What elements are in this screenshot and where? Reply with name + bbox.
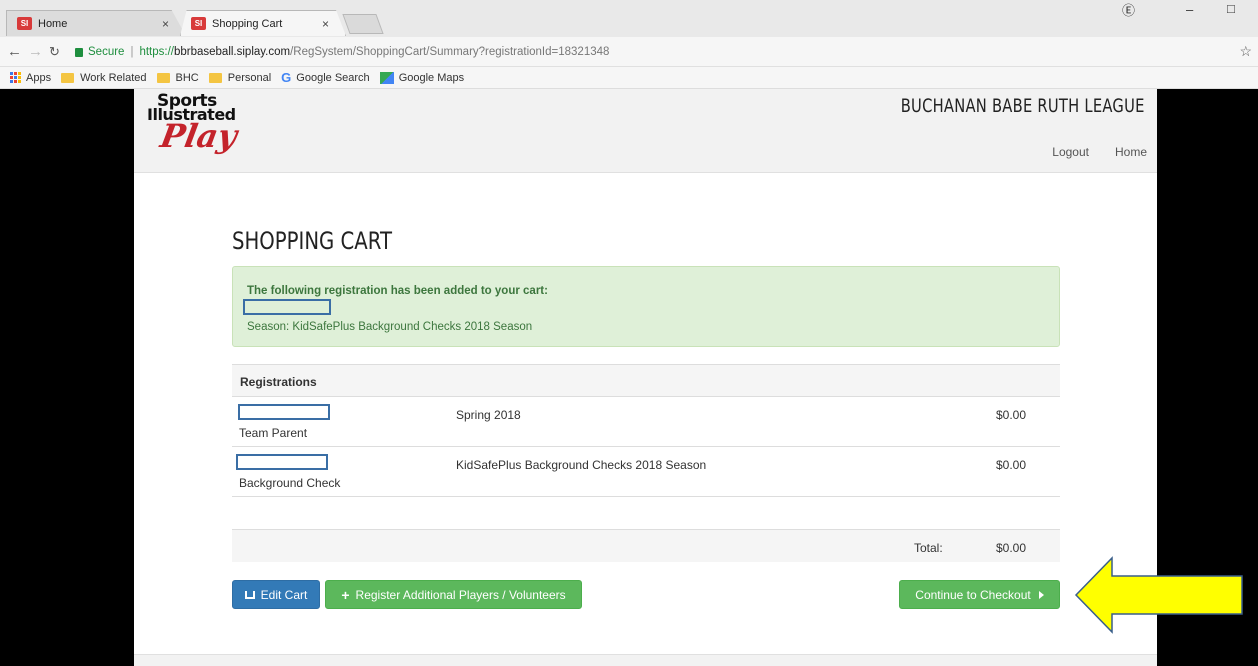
close-tab-icon[interactable]: ×	[162, 17, 169, 31]
edit-cart-label: Edit Cart	[260, 587, 308, 602]
redacted-name-box	[236, 454, 328, 470]
site-favicon-icon: SI	[191, 17, 206, 30]
total-value: $0.00	[996, 541, 1027, 555]
total-row: Total: $0.00	[232, 529, 1060, 562]
bookmark-label: Personal	[227, 71, 272, 84]
apps-grid-icon	[10, 72, 21, 83]
secure-indicator[interactable]: Secure	[75, 46, 124, 58]
logout-link[interactable]: Logout	[1052, 145, 1089, 159]
bookmark-star-icon[interactable]: ☆	[1239, 43, 1252, 60]
tab-shopping-cart[interactable]: SI Shopping Cart ×	[180, 10, 346, 36]
url-host: bbrbaseball.siplay.com	[173, 45, 291, 58]
bookmark-label: Work Related	[80, 71, 147, 84]
browser-tab-bar: SI Home × SI Shopping Cart × Ⓔ – □	[0, 0, 1258, 37]
top-nav: Logout Home	[1052, 145, 1147, 159]
bookmark-google-search[interactable]: G Google Search	[281, 70, 370, 85]
back-arrow-icon[interactable]: ←	[7, 43, 22, 60]
registrations-table: Registrations Team Parent Spring 2018 $0…	[232, 364, 1060, 562]
register-additional-label: Register Additional Players / Volunteers	[355, 587, 566, 602]
site-favicon-icon: SI	[17, 17, 32, 30]
page-title: SHOPPING CART	[232, 227, 393, 255]
registration-season: Spring 2018	[456, 408, 521, 422]
tab-title: Shopping Cart	[212, 17, 283, 30]
close-tab-icon[interactable]: ×	[322, 17, 329, 31]
league-name: BUCHANAN BABE RUTH LEAGUE	[901, 95, 1145, 117]
lock-icon	[75, 48, 83, 57]
folder-icon	[208, 72, 222, 83]
plus-icon: +	[341, 586, 350, 603]
success-alert: The following registration has been adde…	[232, 266, 1060, 347]
bookmark-label: BHC	[175, 71, 199, 84]
alert-season: Season: KidSafePlus Background Checks 20…	[247, 321, 533, 333]
redacted-name-box	[238, 404, 330, 420]
registration-role: Background Check	[239, 476, 341, 490]
table-row: Team Parent Spring 2018 $0.00	[232, 397, 1060, 447]
table-row: Background Check KidSafePlus Background …	[232, 447, 1060, 497]
bookmarks-bar: Apps Work Related BHC Personal G Google …	[0, 67, 1258, 89]
bookmark-bhc[interactable]: BHC	[156, 71, 199, 84]
yellow-annotation-arrow-icon	[1074, 556, 1243, 634]
bookmark-label: Apps	[26, 71, 52, 84]
url-path: /RegSystem/ShoppingCart/Summary?registra…	[290, 45, 610, 58]
minimize-icon[interactable]: –	[1186, 2, 1193, 17]
new-tab-button[interactable]	[342, 14, 384, 34]
registration-price: $0.00	[996, 408, 1027, 422]
table-header: Registrations	[232, 364, 1060, 397]
profile-icon[interactable]: Ⓔ	[1122, 0, 1135, 19]
register-additional-button[interactable]: + Register Additional Players / Voluntee…	[325, 580, 582, 609]
alert-message: The following registration has been adde…	[247, 285, 548, 297]
forward-arrow-icon[interactable]: →	[28, 43, 43, 60]
bookmark-personal[interactable]: Personal	[208, 71, 272, 84]
page-content: Sports Illustrated Play BUCHANAN BABE RU…	[134, 89, 1157, 666]
url-protocol: https://	[139, 45, 174, 58]
home-link[interactable]: Home	[1115, 145, 1147, 159]
footer-bar	[134, 654, 1157, 666]
table-spacer	[232, 497, 1060, 529]
registration-role: Team Parent	[239, 426, 308, 440]
bookmark-work-related[interactable]: Work Related	[61, 71, 147, 84]
reload-icon[interactable]: ↻	[49, 44, 63, 60]
url-field[interactable]: https://bbrbaseball.siplay.com/RegSystem…	[139, 46, 609, 58]
folder-icon	[61, 72, 75, 83]
site-header: Sports Illustrated Play BUCHANAN BABE RU…	[134, 89, 1157, 173]
continue-to-checkout-button[interactable]: Continue to Checkout	[899, 580, 1060, 609]
redacted-name-box	[243, 299, 331, 315]
checkout-label: Continue to Checkout	[915, 587, 1031, 602]
edit-cart-button[interactable]: Edit Cart	[232, 580, 320, 609]
bookmark-google-maps[interactable]: Google Maps	[379, 71, 465, 84]
total-label: Total:	[914, 541, 943, 555]
bookmark-apps[interactable]: Apps	[10, 72, 51, 84]
bookmark-label: Google Maps	[398, 71, 465, 84]
folder-icon	[156, 72, 170, 83]
tab-home[interactable]: SI Home ×	[6, 10, 186, 36]
secure-label: Secure	[88, 45, 125, 58]
tab-title: Home	[38, 17, 68, 30]
google-icon: G	[281, 70, 292, 85]
address-bar: ← → ↻ Secure | https://bbrbaseball.sipla…	[0, 37, 1258, 67]
maximize-icon[interactable]: □	[1227, 1, 1235, 16]
google-maps-icon	[379, 71, 394, 84]
url-separator: |	[130, 45, 134, 58]
bookmark-label: Google Search	[296, 71, 370, 84]
caret-right-icon	[1038, 590, 1044, 599]
registration-price: $0.00	[996, 458, 1027, 472]
logo-play-text: Play	[157, 117, 240, 155]
shopping-cart-icon	[244, 590, 255, 599]
registration-season: KidSafePlus Background Checks 2018 Seaso…	[456, 458, 707, 472]
sports-illustrated-play-logo[interactable]: Sports Illustrated Play	[147, 91, 267, 155]
